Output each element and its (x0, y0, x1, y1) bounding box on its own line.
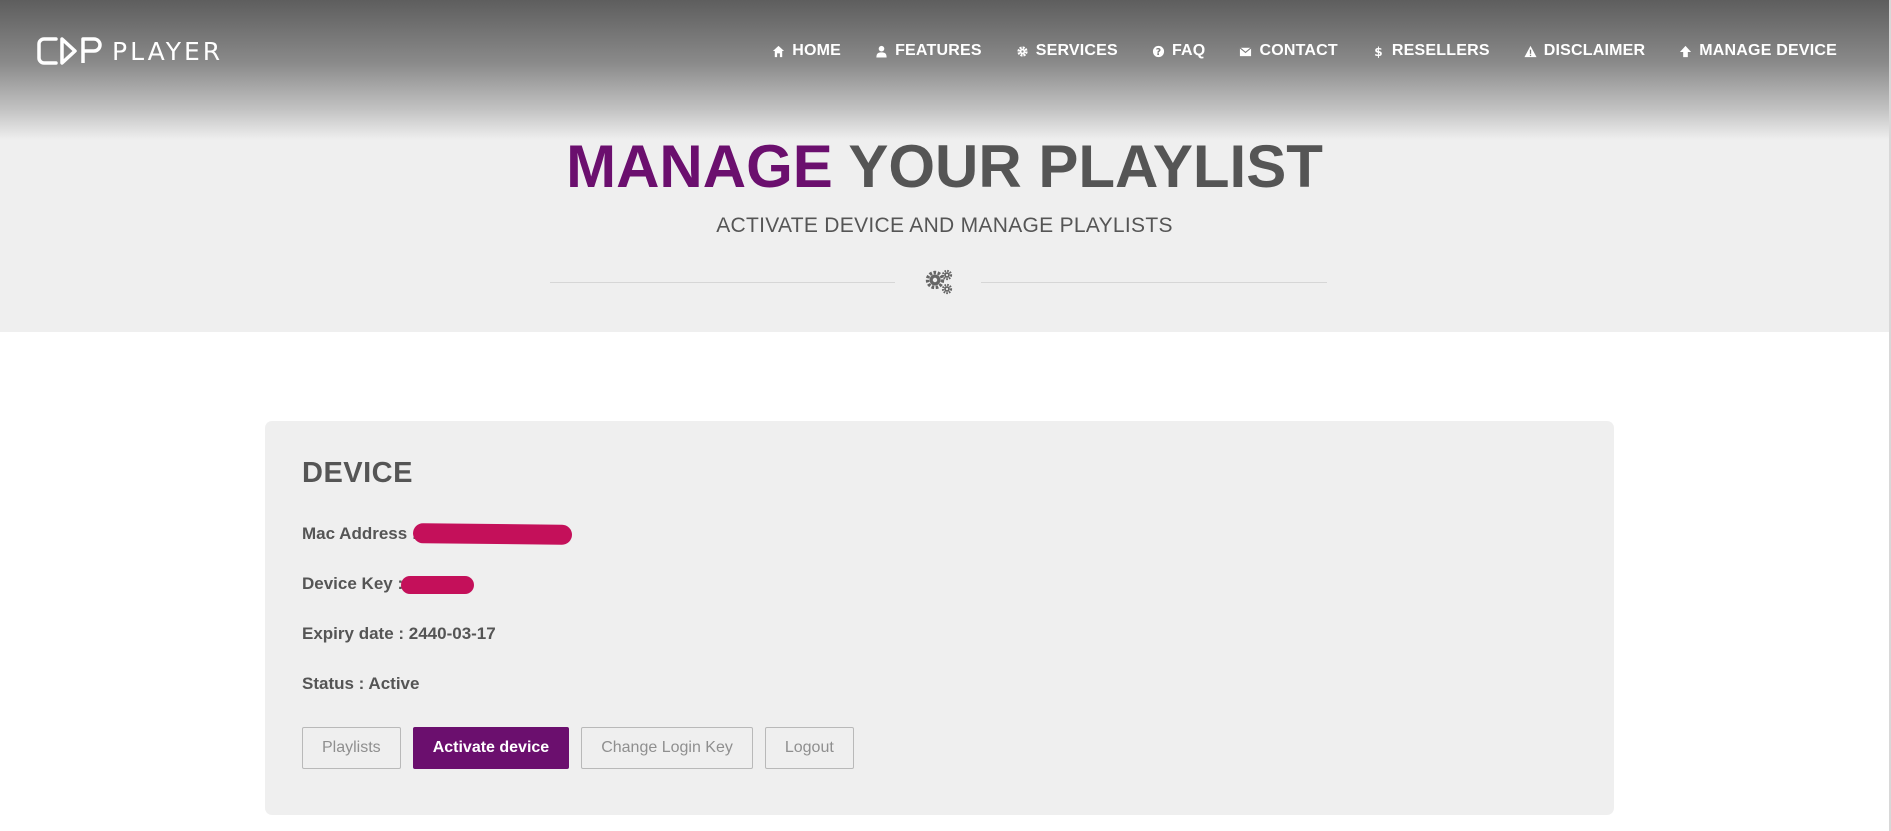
nav-item-services[interactable]: SERVICES (1016, 42, 1118, 60)
nav-item-faq[interactable]: ? FAQ (1152, 42, 1206, 60)
device-card: DEVICE Mac Address : Device Key : Expiry… (265, 421, 1614, 815)
status-text: Status : Active (302, 674, 420, 693)
page-title-rest: YOUR PLAYLIST (848, 133, 1323, 200)
envelope-icon (1239, 45, 1252, 58)
device-key-label: Device Key : (302, 574, 404, 593)
nav-item-resellers[interactable]: $ RESELLERS (1372, 42, 1490, 60)
main-nav: HOME FEATURES SERVICES ? FAQ CONTACT $ R… (772, 42, 1837, 60)
page-title: MANAGE YOUR PLAYLIST (0, 132, 1889, 201)
device-key-redaction (401, 576, 474, 594)
device-title: DEVICE (302, 457, 413, 489)
gear-icon (1016, 45, 1029, 58)
change-login-key-button[interactable]: Change Login Key (581, 727, 753, 769)
device-actions: Playlists Activate device Change Login K… (302, 727, 854, 769)
dollar-icon: $ (1372, 45, 1385, 58)
logo-mark-icon (37, 37, 102, 65)
playlists-button[interactable]: Playlists (302, 727, 401, 769)
nav-label: HOME (792, 42, 842, 59)
nav-label: FEATURES (895, 42, 982, 59)
arrow-up-icon (1679, 45, 1692, 58)
activate-device-button[interactable]: Activate device (412, 727, 570, 769)
page-subtitle: ACTIVATE DEVICE AND MANAGE PLAYLISTS (716, 214, 1173, 237)
nav-label: SERVICES (1035, 42, 1118, 59)
divider-right (981, 282, 1327, 283)
nav-label: FAQ (1171, 42, 1206, 59)
nav-item-contact[interactable]: CONTACT (1239, 42, 1338, 60)
nav-item-disclaimer[interactable]: DISCLAIMER (1524, 42, 1646, 60)
user-icon (875, 45, 888, 58)
logo[interactable]: PLAYER (36, 34, 223, 68)
svg-text:$: $ (1374, 45, 1383, 58)
nav-label: DISCLAIMER (1543, 42, 1646, 59)
page-title-accent: MANAGE (566, 133, 833, 200)
logout-button[interactable]: Logout (764, 727, 854, 769)
header-gradient (0, 0, 1889, 140)
nav-label: CONTACT (1259, 42, 1338, 59)
logo-text: PLAYER (112, 36, 224, 66)
nav-item-features[interactable]: FEATURES (875, 42, 982, 60)
page-header: PLAYER HOME FEATURES SERVICES ? FAQ CONT… (0, 0, 1889, 332)
expiry-date: Expiry date : 2440-03-17 (302, 624, 496, 643)
divider-left (550, 282, 895, 283)
question-icon: ? (1152, 45, 1165, 58)
mac-address-label: Mac Address : (302, 524, 418, 543)
mac-address-redaction (412, 523, 573, 545)
warning-icon (1524, 45, 1537, 58)
nav-label: RESELLERS (1391, 42, 1490, 59)
nav-item-manage-device[interactable]: MANAGE DEVICE (1679, 42, 1837, 60)
nav-label: MANAGE DEVICE (1699, 42, 1837, 59)
gears-icon (925, 269, 953, 295)
svg-text:?: ? (1156, 46, 1162, 57)
nav-item-home[interactable]: HOME (772, 42, 841, 60)
home-icon (772, 45, 785, 58)
